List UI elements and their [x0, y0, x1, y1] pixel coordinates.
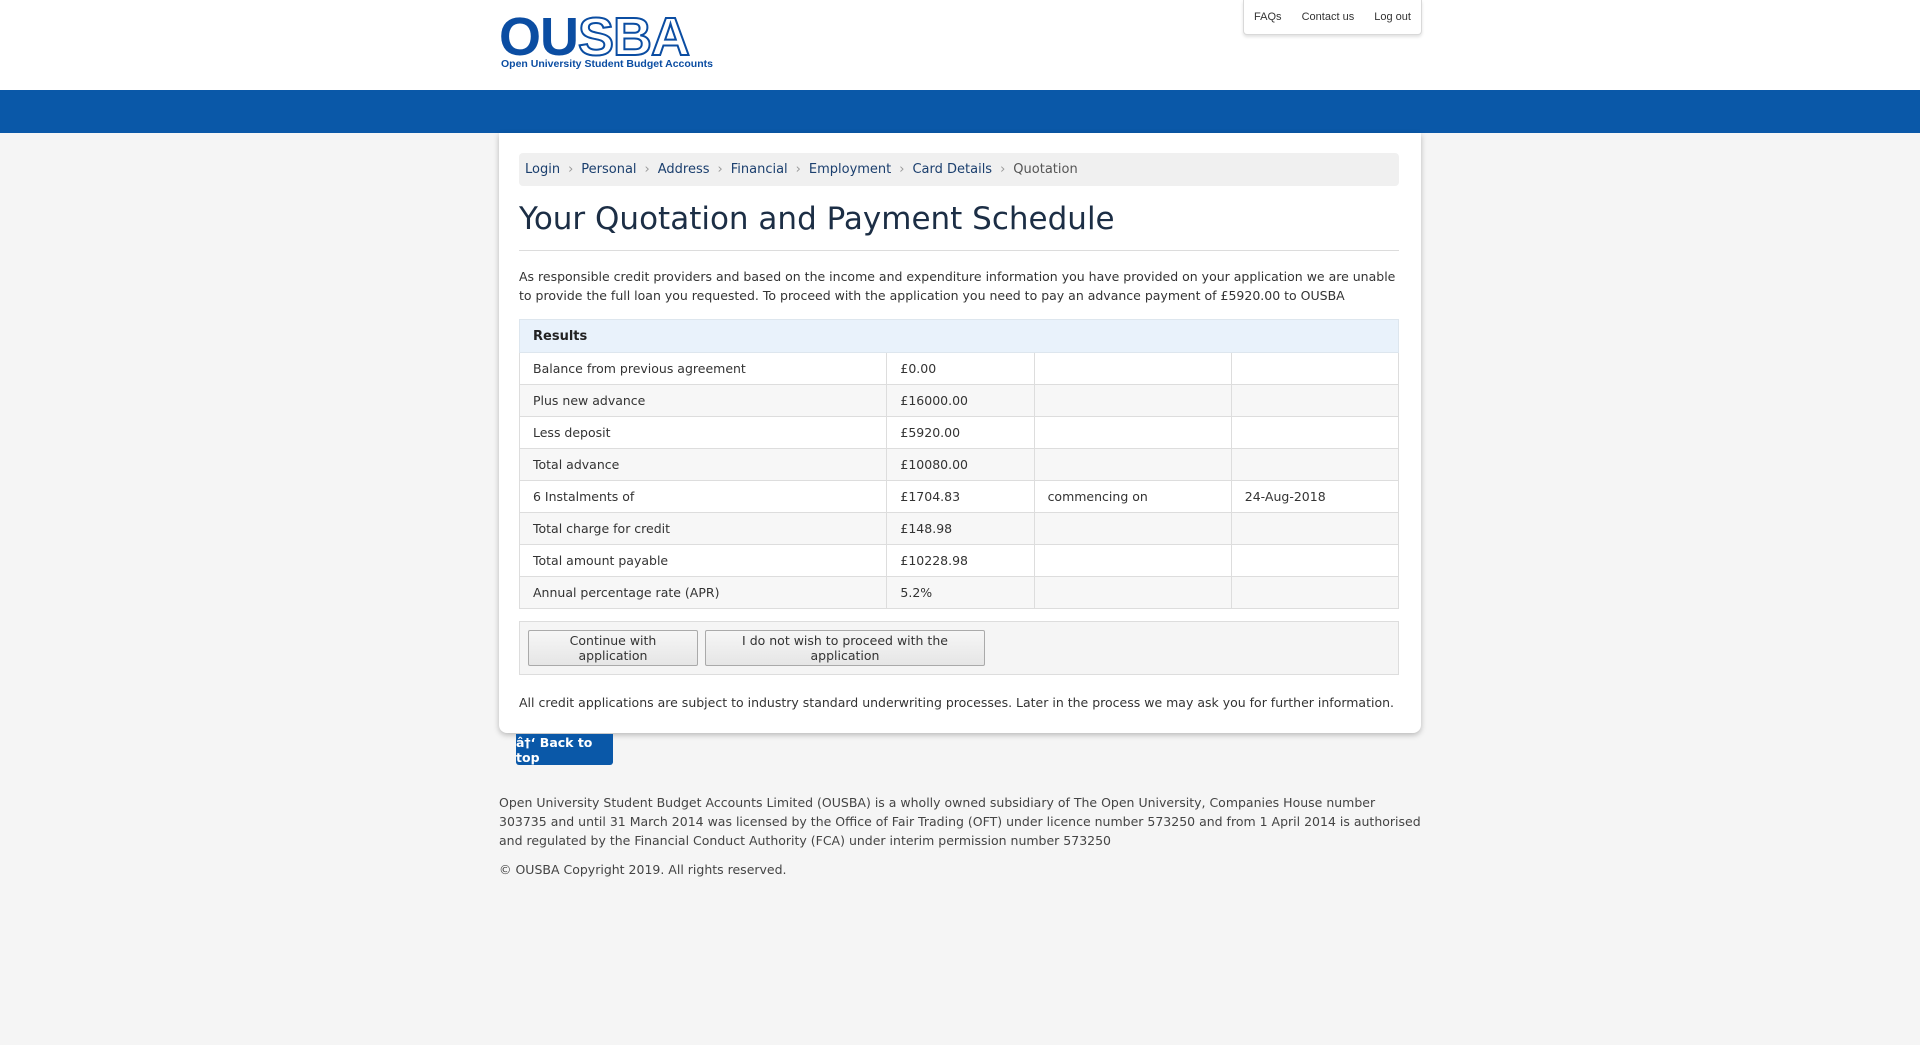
logo-tagline: Open University Student Budget Accounts — [501, 58, 713, 70]
site-header: OUSBA Open University Student Budget Acc… — [0, 0, 1920, 90]
row-value: £5920.00 — [886, 416, 1035, 449]
utility-nav: FAQs Contact us Log out — [1243, 0, 1422, 35]
results-heading: Results — [519, 319, 1399, 353]
continue-application-button[interactable]: Continue with application — [528, 630, 698, 666]
ousba-logo[interactable]: OUSBA Open University Student Budget Acc… — [499, 7, 713, 72]
breadcrumb-employment[interactable]: Employment — [809, 162, 891, 177]
row-extra-label — [1033, 512, 1232, 545]
row-label: Total charge for credit — [518, 512, 888, 545]
table-row: Total advance £10080.00 — [518, 448, 1400, 481]
row-extra-value — [1230, 384, 1400, 417]
logo-wordmark: OUSBA — [499, 7, 691, 67]
row-label: Total amount payable — [518, 544, 888, 577]
results-table: Results Balance from previous agreement … — [518, 319, 1400, 609]
row-label: Total advance — [518, 448, 888, 481]
table-row: Total amount payable £10228.98 — [518, 544, 1400, 577]
contact-us-link[interactable]: Contact us — [1302, 11, 1355, 23]
row-value: £148.98 — [886, 512, 1035, 545]
row-label: 6 Instalments of — [518, 480, 888, 513]
row-extra-label — [1033, 544, 1232, 577]
chevron-right-icon: › — [1000, 162, 1006, 177]
brand-bar — [0, 90, 1920, 133]
breadcrumb: Login › Personal › Address › Financial ›… — [519, 153, 1399, 186]
row-label: Annual percentage rate (APR) — [518, 576, 888, 609]
faqs-link[interactable]: FAQs — [1254, 11, 1282, 23]
chevron-right-icon: › — [568, 162, 574, 177]
form-actions: Continue with application I do not wish … — [519, 621, 1399, 675]
footer-copyright: © OUSBA Copyright 2019. All rights reser… — [499, 862, 787, 877]
row-extra-value — [1230, 512, 1400, 545]
row-extra-label — [1033, 416, 1232, 449]
breadcrumb-personal[interactable]: Personal — [581, 162, 636, 177]
table-row: Less deposit £5920.00 — [518, 416, 1400, 449]
chevron-right-icon: › — [795, 162, 801, 177]
row-value: £0.00 — [886, 352, 1035, 385]
breadcrumb-card-details[interactable]: Card Details — [912, 162, 992, 177]
breadcrumb-financial[interactable]: Financial — [731, 162, 788, 177]
row-value: £10080.00 — [886, 448, 1035, 481]
table-row: 6 Instalments of £1704.83 commencing on … — [518, 480, 1400, 513]
breadcrumb-quotation: Quotation — [1013, 162, 1078, 177]
decline-application-button[interactable]: I do not wish to proceed with the applic… — [705, 630, 985, 666]
table-row: Balance from previous agreement £0.00 — [518, 352, 1400, 385]
row-extra-value — [1230, 576, 1400, 609]
chevron-right-icon: › — [899, 162, 905, 177]
row-label: Less deposit — [518, 416, 888, 449]
row-label: Plus new advance — [518, 384, 888, 417]
back-to-top-button[interactable]: â†‘ Back to top — [516, 734, 613, 765]
breadcrumb-login[interactable]: Login — [525, 162, 560, 177]
breadcrumb-address[interactable]: Address — [658, 162, 710, 177]
footer-legal-text: Open University Student Budget Accounts … — [499, 795, 1421, 848]
row-extra-label — [1033, 576, 1232, 609]
table-row: Annual percentage rate (APR) 5.2% — [518, 576, 1400, 609]
row-extra-value — [1230, 448, 1400, 481]
row-value: £10228.98 — [886, 544, 1035, 577]
row-extra-value: 24-Aug-2018 — [1230, 480, 1400, 513]
row-extra-value — [1230, 544, 1400, 577]
row-value: £1704.83 — [886, 480, 1035, 513]
row-value: 5.2% — [886, 576, 1035, 609]
log-out-link[interactable]: Log out — [1374, 11, 1411, 23]
chevron-right-icon: › — [644, 162, 650, 177]
page-title: Your Quotation and Payment Schedule — [519, 201, 1399, 251]
row-extra-label — [1033, 448, 1232, 481]
row-extra-label — [1033, 384, 1232, 417]
underwriting-disclaimer: All credit applications are subject to i… — [519, 695, 1395, 710]
chevron-right-icon: › — [717, 162, 723, 177]
main-panel: Login › Personal › Address › Financial ›… — [499, 133, 1421, 733]
row-value: £16000.00 — [886, 384, 1035, 417]
row-extra-label — [1033, 352, 1232, 385]
row-extra-value — [1230, 352, 1400, 385]
row-extra-value — [1230, 416, 1400, 449]
row-label: Balance from previous agreement — [518, 352, 888, 385]
table-row: Total charge for credit £148.98 — [518, 512, 1400, 545]
table-row: Plus new advance £16000.00 — [518, 384, 1400, 417]
intro-text: As responsible credit providers and base… — [519, 269, 1396, 303]
row-extra-label: commencing on — [1033, 480, 1232, 513]
